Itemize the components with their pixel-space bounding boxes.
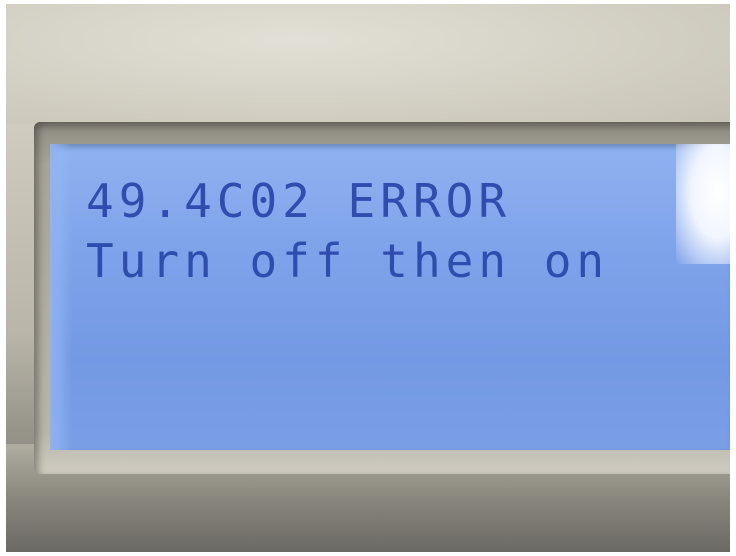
lcd-edge-shading xyxy=(50,144,72,450)
lcd-display: 49.4C02 ERROR Turn off then on xyxy=(50,144,730,450)
panel-bezel-top xyxy=(6,4,730,124)
lcd-glare xyxy=(676,144,730,264)
instruction-line: Turn off then on xyxy=(86,234,610,288)
error-code-line: 49.4C02 ERROR xyxy=(86,174,512,228)
printer-panel-photo: 49.4C02 ERROR Turn off then on xyxy=(6,4,730,552)
